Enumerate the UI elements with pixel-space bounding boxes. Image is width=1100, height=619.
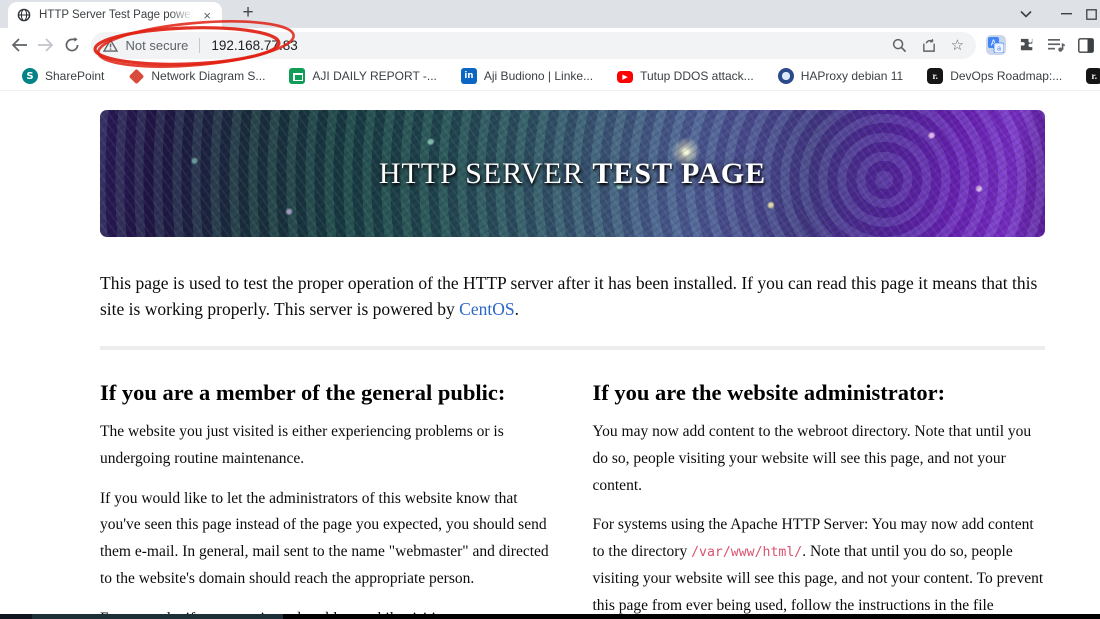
- media-playlist-icon[interactable]: [1048, 38, 1065, 53]
- bookmark-network-diagram[interactable]: Network Diagram S...: [116, 65, 277, 87]
- security-label[interactable]: Not secure: [126, 38, 189, 53]
- search-icon[interactable]: [892, 38, 907, 53]
- bookmark-star-icon[interactable]: ☆: [951, 37, 964, 53]
- admin-paragraph-1: You may now add content to the webroot d…: [592, 423, 1032, 494]
- forward-button[interactable]: [33, 32, 60, 59]
- browser-toolbar: Not secure 192.168.77.83 ☆ Aa: [0, 28, 1100, 62]
- administrator-section: If you are the website administrator: Yo…: [593, 360, 1046, 614]
- svg-text:a: a: [997, 45, 1001, 53]
- maximize-button[interactable]: [1086, 0, 1100, 28]
- minimize-button[interactable]: [1046, 0, 1086, 28]
- bookmark-daily-report[interactable]: AJI DAILY REPORT -...: [277, 65, 448, 87]
- tab-strip: HTTP Server Test Page powered × +: [0, 0, 1100, 28]
- sharepoint-icon: S: [22, 68, 38, 84]
- web-page-content: HTTP SERVER TEST PAGE This page is used …: [0, 91, 1100, 614]
- reload-button[interactable]: [59, 32, 86, 59]
- tab-title: HTTP Server Test Page powered: [39, 9, 194, 21]
- google-sheets-icon: [289, 68, 306, 84]
- bookmark-linkedin[interactable]: in Aji Budiono | Linke...: [449, 65, 605, 87]
- section-divider: [100, 346, 1045, 350]
- general-public-section: If you are a member of the general publi…: [100, 360, 553, 614]
- bookmark-haproxy[interactable]: HAProxy debian 11: [766, 65, 916, 87]
- admin-heading: If you are the website administrator:: [592, 380, 946, 405]
- bookmark-youtube[interactable]: ▶ Tutup DDOS attack...: [605, 65, 766, 87]
- haproxy-icon: [777, 68, 794, 84]
- globe-favicon-icon: [16, 7, 32, 23]
- public-paragraph-2: If you would like to let the administrat…: [100, 489, 549, 588]
- banner-title: HTTP SERVER TEST PAGE: [378, 156, 767, 190]
- centos-link[interactable]: CentOS: [459, 299, 514, 319]
- bookmark-docker-roadmap[interactable]: r. Docker Roadmap -...: [1074, 65, 1100, 87]
- taskbar-edge: [0, 614, 1100, 619]
- admin-paragraph-2: For systems using the Apache HTTP Server…: [592, 516, 1044, 614]
- public-heading: If you are a member of the general publi…: [100, 380, 506, 405]
- drawio-diamond-icon: [128, 68, 145, 84]
- bookmark-devops-roadmap[interactable]: r. DevOps Roadmap:...: [915, 65, 1074, 87]
- back-button[interactable]: [6, 32, 33, 59]
- public-paragraph-3: For example, if you experienced problems…: [100, 606, 553, 614]
- tab-close-icon[interactable]: ×: [200, 8, 214, 23]
- intro-paragraph: This page is used to test the proper ope…: [100, 273, 1038, 319]
- tab-search-chevron-icon[interactable]: [1006, 0, 1046, 28]
- roadmap-sh-icon: r.: [1086, 68, 1100, 84]
- roadmap-sh-icon: r.: [927, 68, 944, 84]
- webroot-path-code: /var/www/html/: [691, 545, 803, 561]
- bookmark-sharepoint[interactable]: S SharePoint: [10, 65, 116, 87]
- side-panel-icon[interactable]: [1078, 37, 1094, 53]
- omnibox-divider: [199, 37, 201, 53]
- translate-extension-icon[interactable]: Aa: [986, 35, 1007, 55]
- youtube-icon: ▶: [617, 71, 634, 83]
- url-text[interactable]: 192.168.77.83: [211, 38, 297, 53]
- address-bar[interactable]: Not secure 192.168.77.83 ☆: [90, 31, 977, 59]
- public-paragraph-1: The website you just visited is either e…: [100, 423, 504, 467]
- browser-tab[interactable]: HTTP Server Test Page powered ×: [8, 2, 222, 28]
- bookmarks-bar: S SharePoint Network Diagram S... AJI DA…: [0, 62, 1100, 91]
- share-icon[interactable]: [921, 38, 937, 53]
- not-secure-warning-icon[interactable]: [102, 38, 118, 52]
- new-tab-button[interactable]: +: [236, 1, 260, 25]
- extensions-puzzle-icon[interactable]: [1019, 37, 1035, 53]
- linkedin-icon: in: [460, 68, 477, 84]
- test-page-banner: HTTP SERVER TEST PAGE: [100, 110, 1045, 237]
